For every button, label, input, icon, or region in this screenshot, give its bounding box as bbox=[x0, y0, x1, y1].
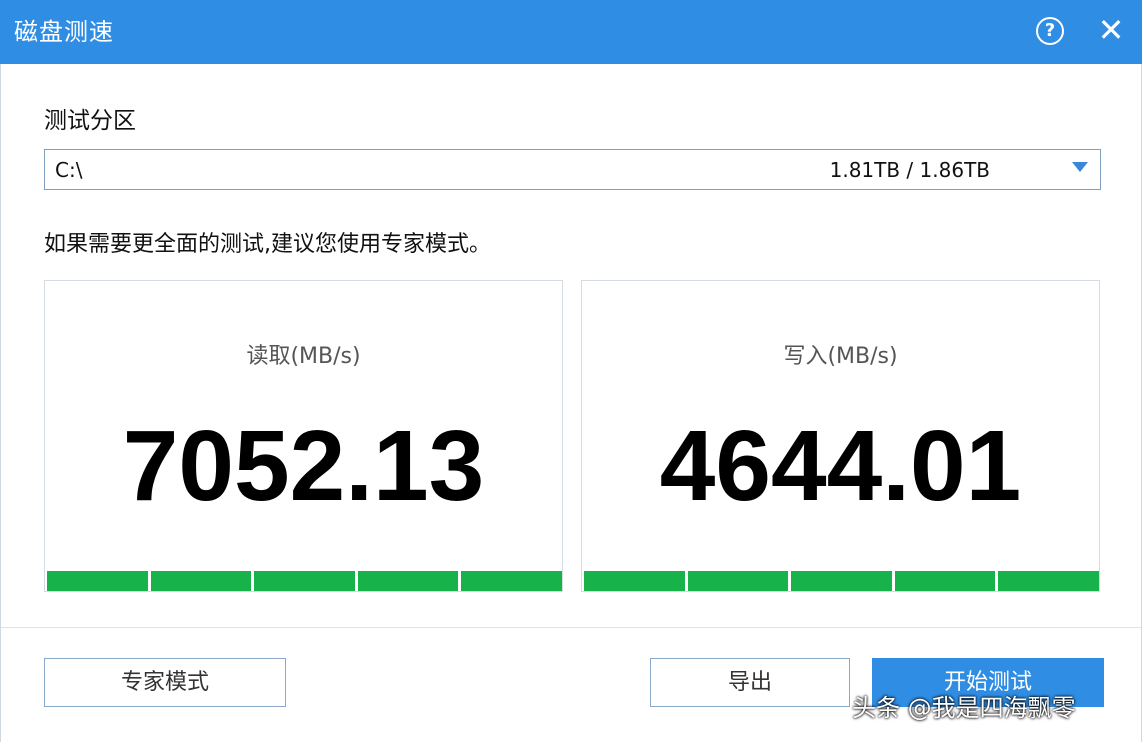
write-progress-bar bbox=[584, 571, 1099, 591]
read-speed-label: 读取(MB/s) bbox=[246, 344, 361, 369]
progress-fill bbox=[584, 571, 685, 591]
progress-segment bbox=[687, 571, 789, 591]
partition-select[interactable]: C:\ 1.81TB / 1.86TB bbox=[44, 149, 1101, 190]
progress-fill bbox=[357, 571, 459, 591]
progress-fill bbox=[150, 571, 252, 591]
partition-size: 1.81TB / 1.86TB bbox=[829, 158, 990, 182]
progress-segment bbox=[894, 571, 996, 591]
progress-fill bbox=[791, 571, 892, 591]
read-progress-bar bbox=[47, 571, 562, 591]
read-speed-card: 读取(MB/s) 7052.13 bbox=[44, 280, 563, 592]
write-speed-label: 写入(MB/s) bbox=[783, 344, 898, 369]
progress-fill bbox=[687, 571, 789, 591]
progress-segment bbox=[584, 571, 685, 591]
close-icon[interactable]: ✕ bbox=[1094, 13, 1128, 47]
progress-segment bbox=[998, 571, 1099, 591]
expert-mode-hint: 如果需要更全面的测试,建议您使用专家模式。 bbox=[44, 232, 491, 257]
partition-drive: C:\ bbox=[55, 158, 83, 182]
progress-segment bbox=[461, 571, 562, 591]
chevron-down-icon[interactable] bbox=[1072, 162, 1088, 172]
watermark: 头条 @我是四海飘零 bbox=[852, 694, 1076, 722]
progress-fill bbox=[998, 571, 1099, 591]
progress-segment bbox=[357, 571, 459, 591]
help-icon[interactable]: ? bbox=[1036, 17, 1064, 45]
progress-segment bbox=[47, 571, 148, 591]
expert-mode-button[interactable]: 专家模式 bbox=[44, 658, 286, 707]
footer-divider bbox=[1, 627, 1141, 628]
progress-fill bbox=[254, 571, 355, 591]
progress-segment bbox=[791, 571, 892, 591]
progress-segment bbox=[254, 571, 355, 591]
window-title: 磁盘测速 bbox=[14, 18, 114, 46]
write-speed-value: 4644.01 bbox=[659, 410, 1022, 522]
write-speed-card: 写入(MB/s) 4644.01 bbox=[581, 280, 1100, 592]
progress-fill bbox=[47, 571, 148, 591]
progress-fill bbox=[461, 571, 562, 591]
progress-fill bbox=[894, 571, 996, 591]
partition-label: 测试分区 bbox=[44, 108, 136, 134]
title-bar: 磁盘测速 ? ✕ bbox=[0, 0, 1142, 64]
progress-segment bbox=[150, 571, 252, 591]
read-speed-value: 7052.13 bbox=[122, 410, 485, 522]
export-button[interactable]: 导出 bbox=[650, 658, 850, 707]
